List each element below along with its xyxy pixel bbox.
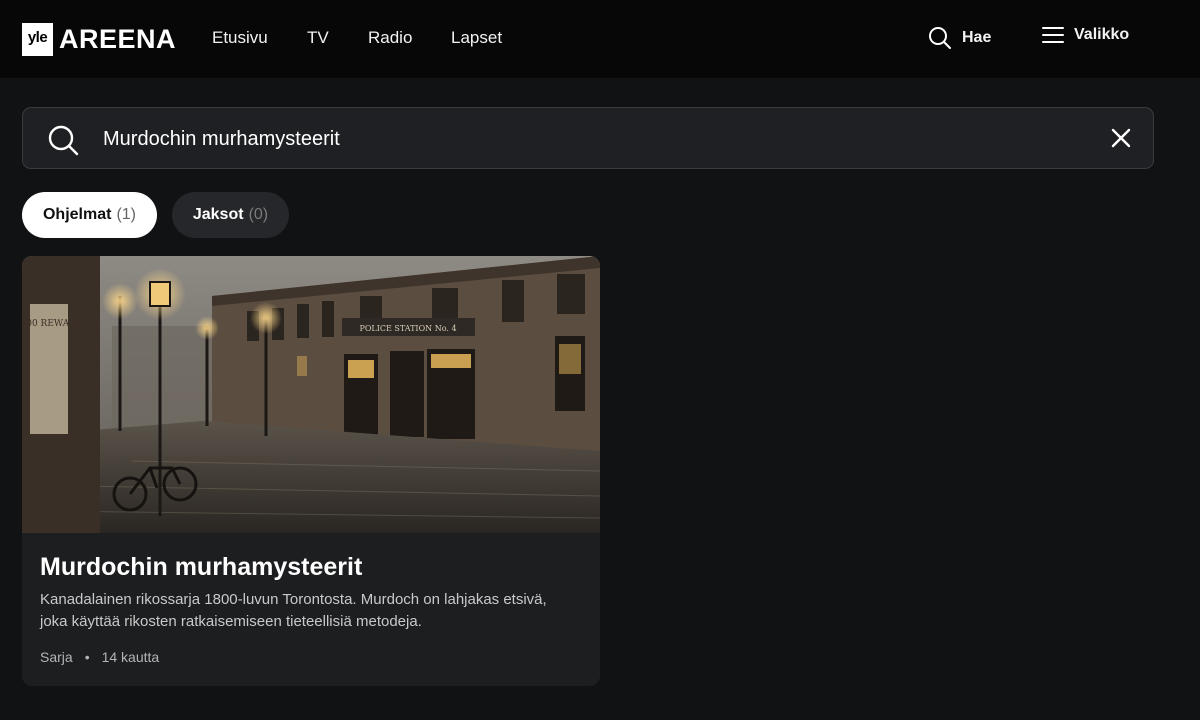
tab-ohjelmat-label: Ohjelmat [42,206,112,223]
nav-radio[interactable]: Radio [368,28,412,48]
areena-wordmark: AREENA [59,23,177,54]
clear-search-icon[interactable] [1111,128,1131,148]
menu-button[interactable]: Valikko [1042,26,1129,44]
search-input[interactable] [103,120,1063,158]
nav-lapset[interactable]: Lapset [451,28,502,48]
result-description: Kanadalainen rikossarja 1800-luvun Toron… [40,591,547,630]
top-navigation-bar: yle AREENA Etusivu TV Radio Lapset Hae V… [0,0,1200,78]
yle-logo-mark: yle [22,22,53,56]
tab-jaksot-label: Jaksot [192,206,244,223]
result-type: Sarja [40,649,73,665]
reward-poster-text: $200 REWARD [22,319,83,329]
tab-ohjelmat[interactable]: Ohjelmat (1) [22,192,157,238]
search-icon [48,125,79,156]
result-meta: Sarja • 14 kautta [40,649,159,665]
tab-jaksot-count: (0) [248,206,269,223]
header-search-label: Hae [962,29,992,46]
result-title: Murdochin murhamysteerit [40,553,363,581]
series-thumbnail: POLICE STATION No. 4 $200 REWARD [22,256,600,533]
tab-jaksot[interactable]: Jaksot (0) [172,192,289,238]
tab-ohjelmat-count: (1) [116,206,137,223]
nav-tv[interactable]: TV [307,28,329,48]
hamburger-menu-icon [1042,27,1064,43]
search-bar [22,107,1154,169]
header-search-button[interactable]: Hae [928,26,991,50]
search-icon [929,27,951,49]
police-station-sign: POLICE STATION No. 4 [359,324,456,333]
nav-etusivu[interactable]: Etusivu [212,28,268,48]
result-card[interactable]: POLICE STATION No. 4 $200 REWARD [22,256,600,686]
meta-separator: • [84,649,90,665]
yle-areena-logo[interactable]: yle AREENA [22,22,176,56]
menu-label: Valikko [1074,26,1130,43]
result-seasons: 14 kautta [101,649,160,665]
